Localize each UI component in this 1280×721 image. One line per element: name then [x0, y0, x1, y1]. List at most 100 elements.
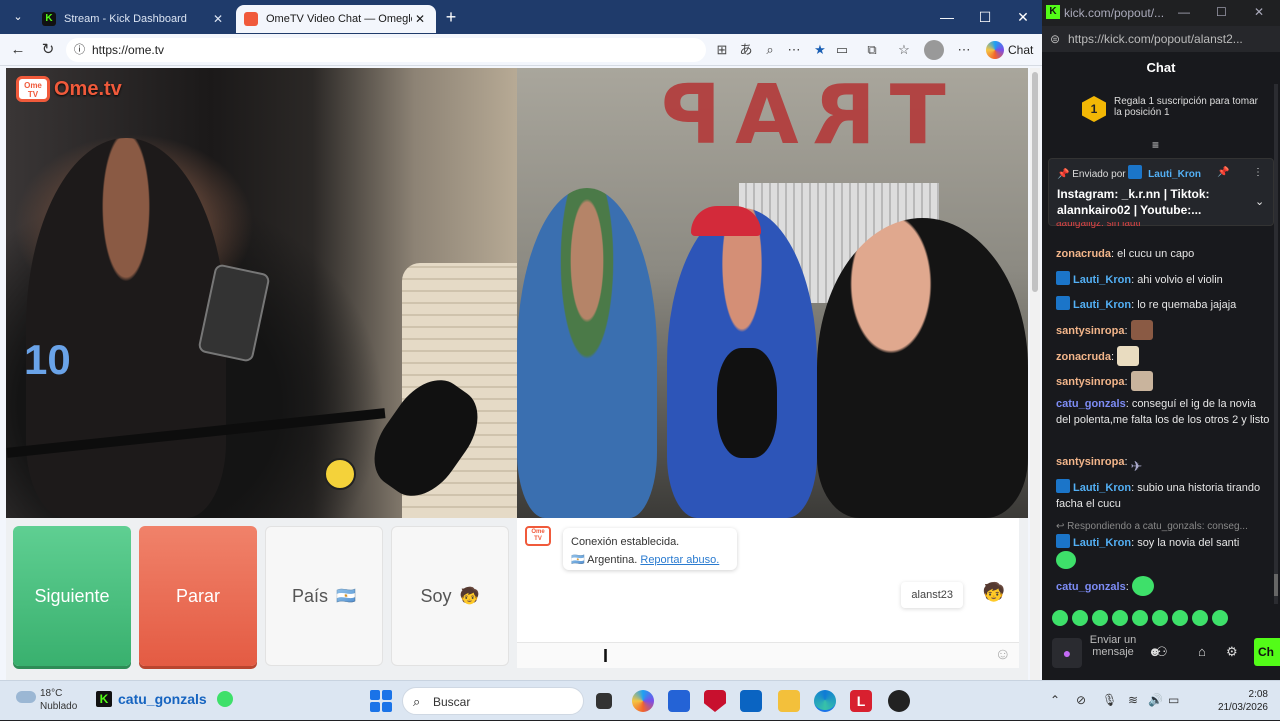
- close-window-button[interactable]: ✕: [1254, 5, 1264, 19]
- chat-username[interactable]: santysinropa: [1056, 325, 1124, 337]
- emoji-icon[interactable]: ☺: [995, 646, 1011, 664]
- settings-icon[interactable]: ⚙: [1226, 644, 1238, 660]
- clock[interactable]: 2:08 21/03/2026: [1208, 688, 1268, 714]
- popout-url-text: https://kick.com/popout/alanst2...: [1068, 32, 1243, 46]
- address-bar: ← ↻ ⓘ https://ome.tv ⊞ あ ⌕ ⋯ ★ ▭ ⧉ ☆ ⋯ C…: [0, 34, 1042, 66]
- kick-emotes-icon[interactable]: ⚇: [1156, 644, 1168, 660]
- chat-username[interactable]: Lauti_Kron: [1073, 482, 1131, 494]
- emote-icon[interactable]: [1152, 610, 1168, 626]
- reply-hint: ↩ Respondiendo a catu_gonzals: conseg...: [1056, 521, 1248, 532]
- emote-icon[interactable]: [1112, 610, 1128, 626]
- notifications-off-icon[interactable]: ⊘: [1076, 693, 1086, 707]
- microphone-icon[interactable]: 🎙: [1102, 693, 1117, 707]
- report-abuse-link[interactable]: Reportar abuso.: [640, 554, 719, 566]
- country-button[interactable]: País 🇦🇷: [265, 526, 383, 666]
- text-chat-panel: Ome TV Conexión establecida. 🇦🇷 Argentin…: [517, 518, 1019, 668]
- chevron-down-icon[interactable]: ⌄: [1255, 195, 1264, 208]
- tab-actions-icon[interactable]: ⌄: [6, 6, 30, 28]
- maximize-button[interactable]: ☐: [1216, 5, 1227, 19]
- new-tab-button[interactable]: +: [436, 6, 466, 28]
- taskbar-search[interactable]: ⌕ Buscar: [402, 687, 584, 715]
- edge-icon[interactable]: [814, 690, 836, 712]
- apps-icon[interactable]: ⊞: [712, 40, 732, 60]
- site-info-icon[interactable]: ⓘ: [74, 38, 85, 62]
- close-window-button[interactable]: ✕: [1008, 6, 1038, 28]
- next-button[interactable]: Siguiente: [13, 526, 131, 666]
- gender-button[interactable]: Soy 🧒: [391, 526, 509, 666]
- url-field[interactable]: ⓘ https://ome.tv: [66, 38, 706, 62]
- reload-icon[interactable]: ↻: [36, 39, 60, 61]
- send-chat-button[interactable]: Ch: [1254, 638, 1280, 666]
- scrollbar-thumb[interactable]: [1032, 72, 1038, 292]
- translate-icon[interactable]: あ: [736, 40, 756, 60]
- stop-button[interactable]: Parar: [139, 526, 257, 666]
- video-icon[interactable]: ▭: [832, 40, 852, 60]
- profile-avatar[interactable]: [924, 40, 944, 60]
- tab-ometv[interactable]: OmeTV Video Chat — Omegle ✕: [236, 5, 436, 33]
- emote-icon[interactable]: [1212, 610, 1228, 626]
- start-button[interactable]: [370, 690, 392, 712]
- emote-icon[interactable]: [1092, 610, 1108, 626]
- close-icon[interactable]: ✕: [210, 12, 226, 26]
- tab-title: OmeTV Video Chat — Omegle: [266, 13, 412, 25]
- app-l-icon[interactable]: L: [850, 690, 872, 712]
- store-icon[interactable]: ⌂: [1198, 644, 1206, 659]
- volume-icon[interactable]: 🔊: [1148, 693, 1163, 707]
- tab-kick-dashboard[interactable]: K Stream - Kick Dashboard ✕: [34, 5, 234, 33]
- message-input[interactable]: I ☺: [517, 642, 1019, 668]
- more-tools-icon[interactable]: ⋯: [784, 40, 804, 60]
- chat-input[interactable]: Enviar un mensaje: [1088, 634, 1138, 658]
- maximize-button[interactable]: ☐: [970, 6, 1000, 28]
- favorite-star-icon[interactable]: ★: [810, 40, 830, 60]
- outlook-icon[interactable]: [740, 690, 762, 712]
- chat-scrollbar[interactable]: [1274, 84, 1278, 604]
- reply-hint-text: Respondiendo a catu_gonzals: conseg...: [1067, 521, 1248, 532]
- zoom-icon[interactable]: ⌕: [760, 40, 780, 60]
- microphone-icon[interactable]: ●: [1052, 638, 1082, 668]
- weather-widget[interactable]: 18°C Nublado: [16, 687, 77, 713]
- copilot-icon[interactable]: [632, 690, 654, 712]
- ometv-logo: Ome TV Ome.tv: [16, 74, 122, 104]
- chat-username[interactable]: zonacruda: [1056, 248, 1111, 260]
- more-options-icon[interactable]: ⋮: [1253, 167, 1263, 178]
- menu-icon[interactable]: ⋯: [954, 40, 974, 60]
- favorites-icon[interactable]: ☆: [894, 40, 914, 60]
- emote-icon[interactable]: [1132, 610, 1148, 626]
- popout-titlebar: K kick.com/popout/... — ☐ ✕: [1042, 0, 1280, 26]
- chat-username[interactable]: catu_gonzals: [1056, 581, 1126, 593]
- emote-icon[interactable]: [1072, 610, 1088, 626]
- page-scrollbar[interactable]: [1030, 68, 1040, 680]
- back-icon[interactable]: ←: [6, 39, 30, 61]
- close-icon[interactable]: ✕: [412, 12, 428, 26]
- mcafee-icon[interactable]: [704, 690, 726, 712]
- gift-sub-banner[interactable]: 1 Regala 1 suscripción para tomar la pos…: [1082, 96, 1262, 122]
- emote-icon[interactable]: [1192, 610, 1208, 626]
- emote-icon[interactable]: [1172, 610, 1188, 626]
- extensions-icon[interactable]: ⧉: [862, 40, 882, 60]
- minimize-button[interactable]: —: [1178, 5, 1190, 19]
- folder-icon[interactable]: [778, 690, 800, 712]
- obs-icon[interactable]: [888, 690, 910, 712]
- chat-username[interactable]: santysinropa: [1056, 456, 1124, 468]
- scrollbar-thumb[interactable]: [1274, 574, 1278, 596]
- chat-username[interactable]: Lauti_Kron: [1073, 299, 1131, 311]
- boy-emoji-icon: 🧒: [459, 588, 480, 605]
- chat-username[interactable]: zonacruda: [1056, 351, 1111, 363]
- unpin-icon[interactable]: 📌: [1217, 167, 1229, 178]
- chat-username[interactable]: Lauti_Kron: [1073, 274, 1131, 286]
- chat-text: ahi volvio el violin: [1137, 274, 1223, 286]
- chat-username[interactable]: Lauti_Kron: [1073, 537, 1131, 549]
- task-view-icon[interactable]: [596, 693, 612, 709]
- tab-title: Stream - Kick Dashboard: [64, 13, 187, 25]
- wifi-icon[interactable]: ≋: [1128, 693, 1138, 707]
- store-icon[interactable]: [668, 690, 690, 712]
- kick-taskbar-item[interactable]: K catu_gonzals: [96, 691, 233, 707]
- battery-icon[interactable]: ▭: [1168, 693, 1179, 707]
- emote-icon[interactable]: [1052, 610, 1068, 626]
- chat-username[interactable]: catu_gonzals: [1056, 398, 1126, 410]
- expand-icon[interactable]: ≡: [1152, 138, 1159, 152]
- copilot-chat-button[interactable]: Chat: [982, 39, 1038, 61]
- chat-username[interactable]: santysinropa: [1056, 376, 1124, 388]
- minimize-button[interactable]: —: [932, 6, 962, 28]
- chevron-up-icon[interactable]: ⌃: [1050, 693, 1060, 707]
